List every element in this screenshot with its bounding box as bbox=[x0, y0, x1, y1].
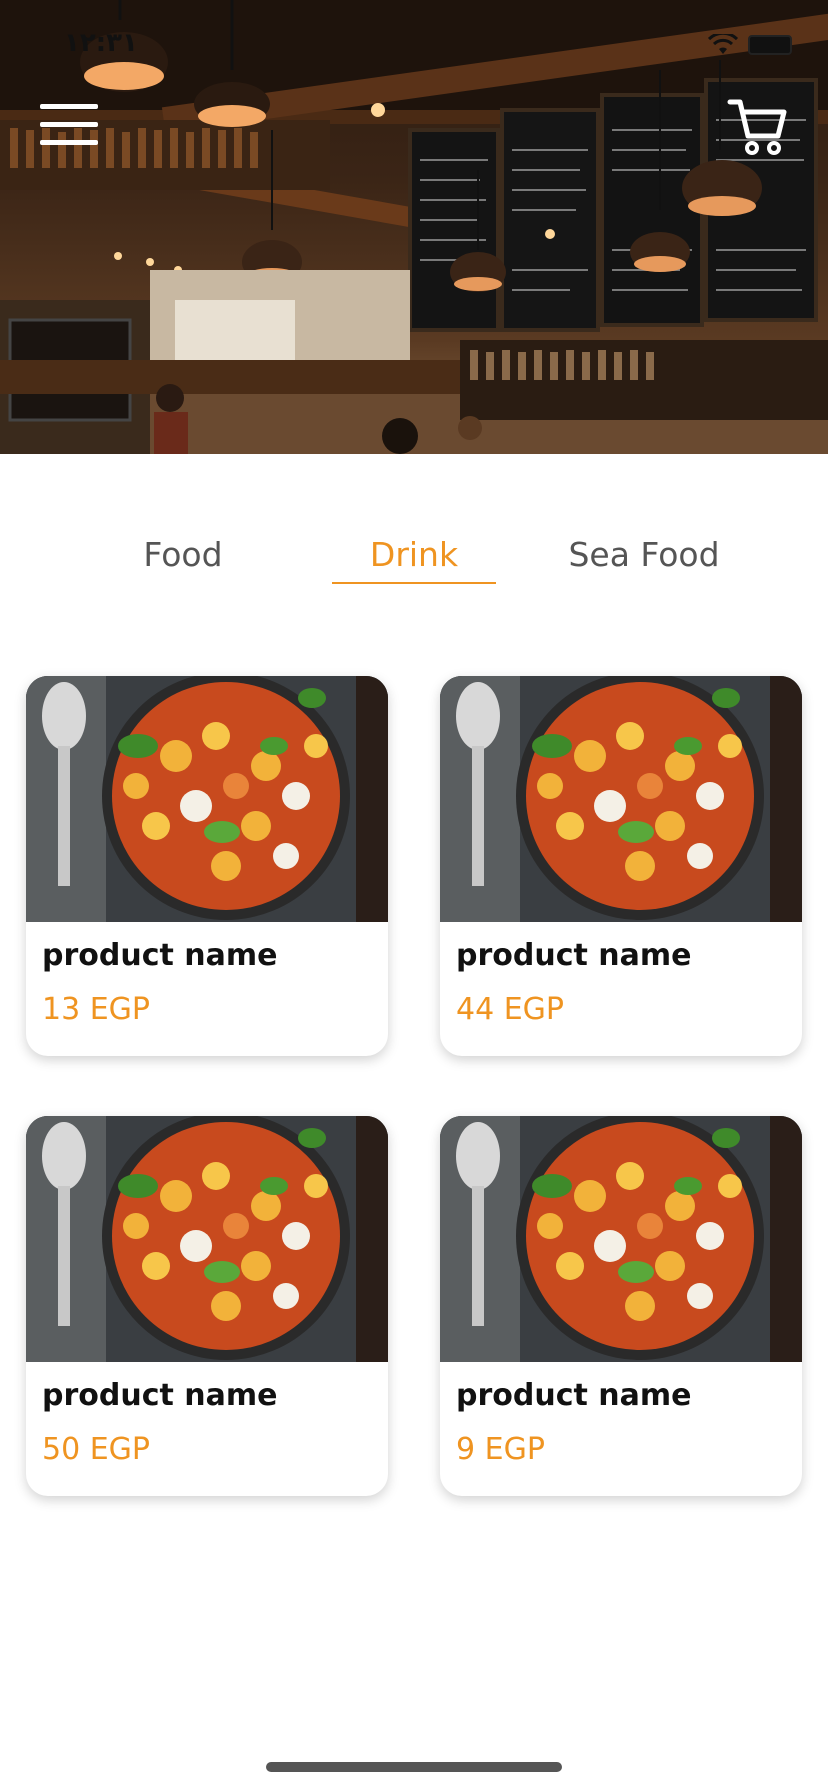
menu-button[interactable] bbox=[38, 102, 102, 150]
cart-button[interactable] bbox=[726, 96, 790, 160]
product-image bbox=[440, 1116, 802, 1362]
product-name: product name bbox=[456, 1378, 692, 1413]
restaurant-hero-image: ١٢:٣١ bbox=[0, 0, 828, 454]
product-name: product name bbox=[456, 938, 692, 973]
product-image bbox=[440, 676, 802, 922]
app-screen: ١٢:٣١ Food Drink Sea Food product name 1… bbox=[0, 0, 828, 1792]
product-price: 50 EGP bbox=[42, 1432, 151, 1467]
active-tab-underline bbox=[332, 582, 496, 584]
product-card[interactable]: product name 13 EGP bbox=[26, 676, 388, 1056]
battery-icon bbox=[748, 35, 792, 55]
product-card[interactable]: product name 44 EGP bbox=[440, 676, 802, 1056]
product-card[interactable]: product name 9 EGP bbox=[440, 1116, 802, 1496]
product-image bbox=[26, 1116, 388, 1362]
home-indicator[interactable] bbox=[266, 1762, 562, 1772]
product-price: 9 EGP bbox=[456, 1432, 545, 1467]
product-price: 13 EGP bbox=[42, 992, 151, 1027]
wifi-icon bbox=[708, 34, 738, 54]
shopping-cart-icon bbox=[727, 99, 787, 155]
status-bar-time: ١٢:٣١ bbox=[64, 28, 138, 58]
status-bar-icons bbox=[708, 34, 792, 56]
product-name: product name bbox=[42, 1378, 278, 1413]
category-tabs: Food Drink Sea Food bbox=[0, 530, 828, 600]
tab-food[interactable]: Food bbox=[110, 530, 256, 590]
product-name: product name bbox=[42, 938, 278, 973]
product-card[interactable]: product name 50 EGP bbox=[26, 1116, 388, 1496]
product-image bbox=[26, 676, 388, 922]
restaurant-interior-illustration bbox=[0, 0, 828, 454]
tab-sea-food[interactable]: Sea Food bbox=[560, 530, 728, 590]
tab-drink[interactable]: Drink bbox=[332, 530, 496, 590]
product-price: 44 EGP bbox=[456, 992, 565, 1027]
